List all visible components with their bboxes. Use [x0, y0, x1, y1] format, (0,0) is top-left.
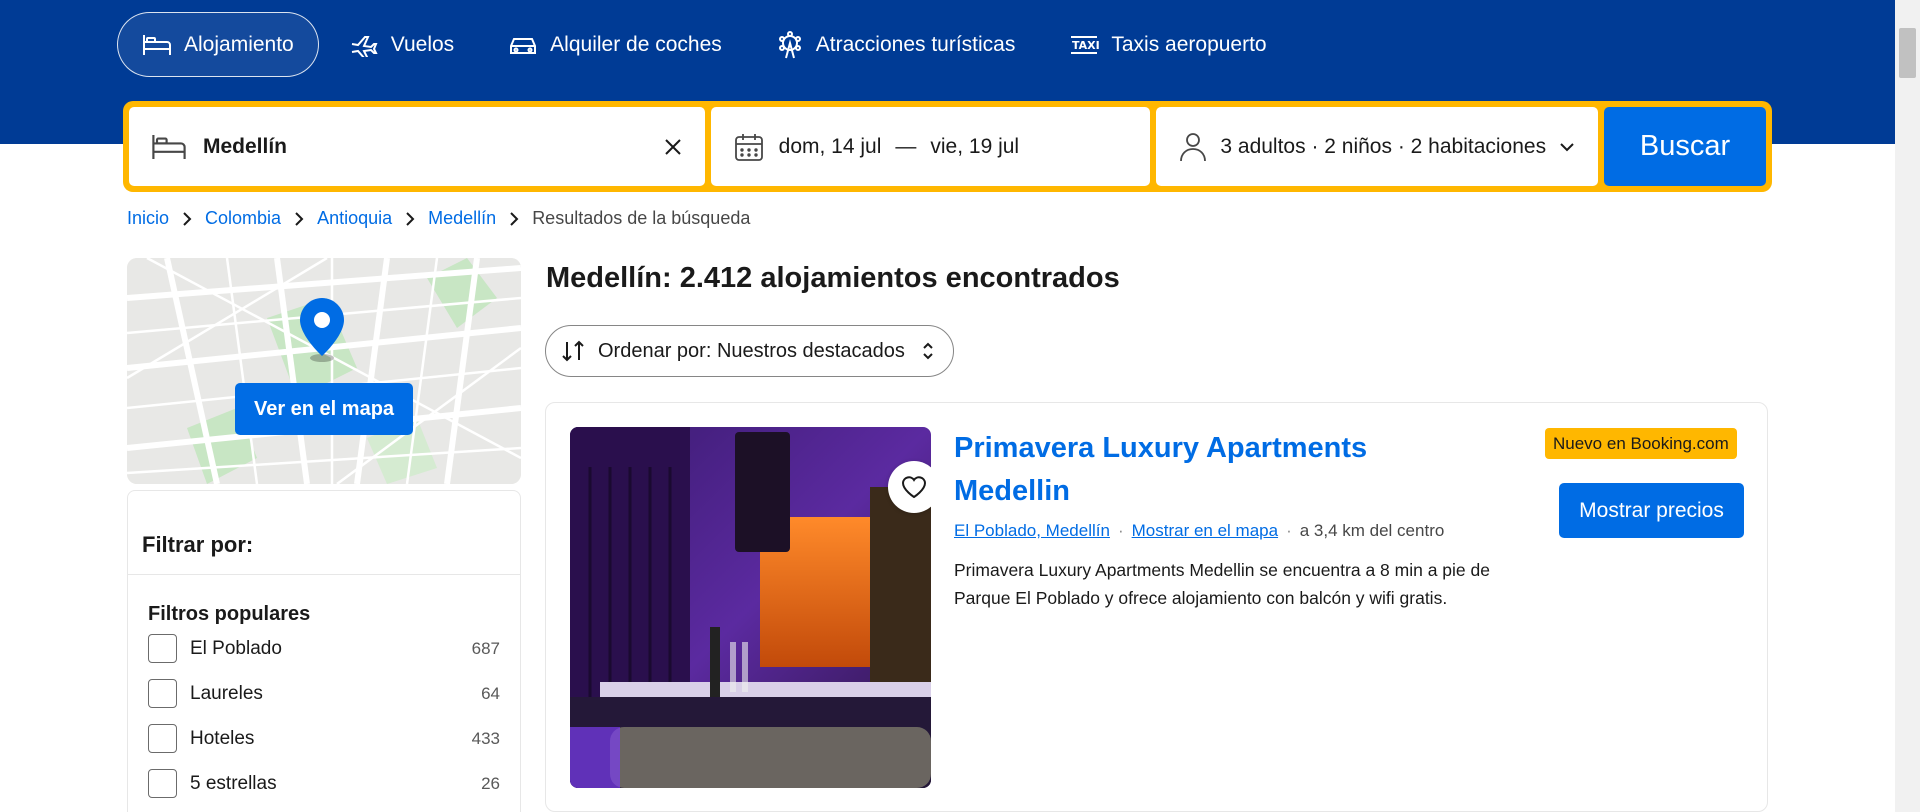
bed-icon — [152, 134, 186, 159]
plane-icon — [351, 35, 378, 57]
filter-item[interactable]: 5 estrellas 26 — [128, 761, 520, 806]
show-prices-button[interactable]: Mostrar precios — [1559, 483, 1744, 538]
calendar-icon — [734, 133, 763, 161]
nav-item-alojamiento[interactable]: Alojamiento — [117, 12, 319, 77]
filters-title: Filtrar por: — [128, 491, 520, 575]
results-title: Medellín: 2.412 alojamientos encontrados — [546, 262, 1120, 294]
distance-text: a 3,4 km del centro — [1299, 521, 1445, 540]
person-icon — [1180, 132, 1207, 161]
filter-label: Laureles — [190, 682, 263, 704]
filter-label: El Poblado — [190, 637, 282, 659]
breadcrumb: Inicio Colombia Antioquia Medellín Resul… — [127, 208, 750, 229]
attractions-icon — [778, 30, 801, 58]
filter-checkbox[interactable] — [148, 769, 177, 798]
breadcrumb-link-antioquia[interactable]: Antioquia — [317, 208, 392, 229]
chevron-right-icon — [293, 211, 305, 226]
filter-item[interactable]: El Poblado 687 — [128, 626, 520, 671]
favorite-button[interactable] — [888, 461, 931, 513]
filter-checkbox[interactable] — [148, 724, 177, 753]
chevron-right-icon — [181, 211, 193, 226]
filter-count: 433 — [471, 728, 500, 748]
breadcrumb-link-medellin[interactable]: Medellín — [428, 208, 496, 229]
filters-panel: Filtrar por: Filtros populares El Poblad… — [127, 490, 521, 812]
map-pin-icon — [300, 298, 344, 362]
guests-field[interactable]: 3 adultos · 2 niños · 2 habitaciones — [1156, 107, 1599, 186]
property-image — [570, 427, 931, 788]
sort-button[interactable]: Ordenar por: Nuestros destacados — [545, 325, 954, 377]
chevron-right-icon — [404, 211, 416, 226]
checkin-value: dom, 14 jul — [778, 134, 882, 158]
map-preview[interactable]: Ver en el mapa — [127, 258, 521, 484]
filter-item[interactable]: Laureles 64 — [128, 671, 520, 716]
filter-checkbox[interactable] — [148, 679, 177, 708]
property-name-link[interactable]: Primavera Luxury Apartments Medellin — [954, 427, 1474, 513]
chevron-updown-icon — [923, 342, 933, 360]
bed-icon — [143, 34, 171, 55]
main-nav: Alojamiento Vuelos Alquiler de coches At… — [117, 12, 1297, 77]
view-map-button[interactable]: Ver en el mapa — [235, 383, 413, 435]
breadcrumb-link-colombia[interactable]: Colombia — [205, 208, 281, 229]
sort-label: Ordenar por: Nuestros destacados — [598, 339, 905, 362]
scrollbar[interactable] — [1895, 0, 1920, 812]
car-icon — [510, 37, 537, 54]
separator-dot: · — [1286, 521, 1292, 540]
property-description: Primavera Luxury Apartments Medellin se … — [954, 560, 1490, 608]
nav-item-label: Atracciones turísticas — [815, 32, 1016, 56]
property-location: El Poblado, Medellín · Mostrar en el map… — [954, 521, 1444, 541]
nav-item-taxis[interactable]: TAXI Taxis aeropuerto — [1045, 12, 1290, 77]
location-link[interactable]: El Poblado, Medellín — [954, 521, 1110, 541]
search-bar: Medellín dom, 14 jul — vie, 19 jul 3 adu… — [123, 101, 1772, 192]
filter-label: Hoteles — [190, 727, 255, 749]
taxi-icon: TAXI — [1071, 35, 1099, 54]
separator-dot: · — [1117, 521, 1124, 540]
filter-count: 26 — [481, 773, 500, 793]
filter-count: 687 — [471, 638, 500, 658]
dates-field[interactable]: dom, 14 jul — vie, 19 jul — [710, 107, 1151, 186]
nav-item-alquiler-coches[interactable]: Alquiler de coches — [484, 12, 746, 77]
checkout-value: vie, 19 jul — [930, 134, 1020, 158]
nav-item-atracciones[interactable]: Atracciones turísticas — [752, 12, 1040, 77]
nav-item-label: Vuelos — [390, 32, 455, 56]
nav-item-label: Alquiler de coches — [550, 32, 722, 56]
breadcrumb-link-inicio[interactable]: Inicio — [127, 208, 169, 229]
filter-count: 64 — [481, 683, 500, 703]
show-on-map-link[interactable]: Mostrar en el mapa — [1132, 521, 1278, 541]
guests-value: 3 adultos · 2 niños · 2 habitaciones — [1220, 134, 1547, 158]
sort-arrows-icon — [562, 340, 584, 362]
destination-value: Medellín — [203, 134, 288, 158]
chevron-down-icon — [1560, 142, 1574, 151]
chevron-right-icon — [508, 211, 520, 226]
filter-label: 5 estrellas — [190, 772, 277, 794]
new-badge: Nuevo en Booking.com — [1545, 428, 1737, 459]
property-photo[interactable] — [570, 427, 931, 788]
date-separator: — — [895, 134, 917, 158]
heart-icon — [901, 476, 927, 499]
destination-field[interactable]: Medellín — [129, 107, 705, 186]
nav-item-label: Alojamiento — [184, 32, 294, 56]
nav-item-label: Taxis aeropuerto — [1111, 32, 1267, 56]
breadcrumb-current: Resultados de la búsqueda — [532, 208, 751, 228]
filter-item[interactable]: Hoteles 433 — [128, 716, 520, 761]
property-card: Primavera Luxury Apartments Medellin El … — [545, 402, 1768, 812]
svg-text:TAXI: TAXI — [1072, 39, 1099, 52]
close-icon[interactable] — [663, 137, 683, 157]
popular-filters-heading: Filtros populares — [148, 603, 311, 625]
filter-checkbox[interactable] — [148, 634, 177, 663]
map-image — [127, 258, 521, 484]
scrollbar-thumb[interactable] — [1899, 28, 1916, 78]
nav-item-vuelos[interactable]: Vuelos — [325, 12, 478, 77]
search-button[interactable]: Buscar — [1604, 107, 1766, 186]
